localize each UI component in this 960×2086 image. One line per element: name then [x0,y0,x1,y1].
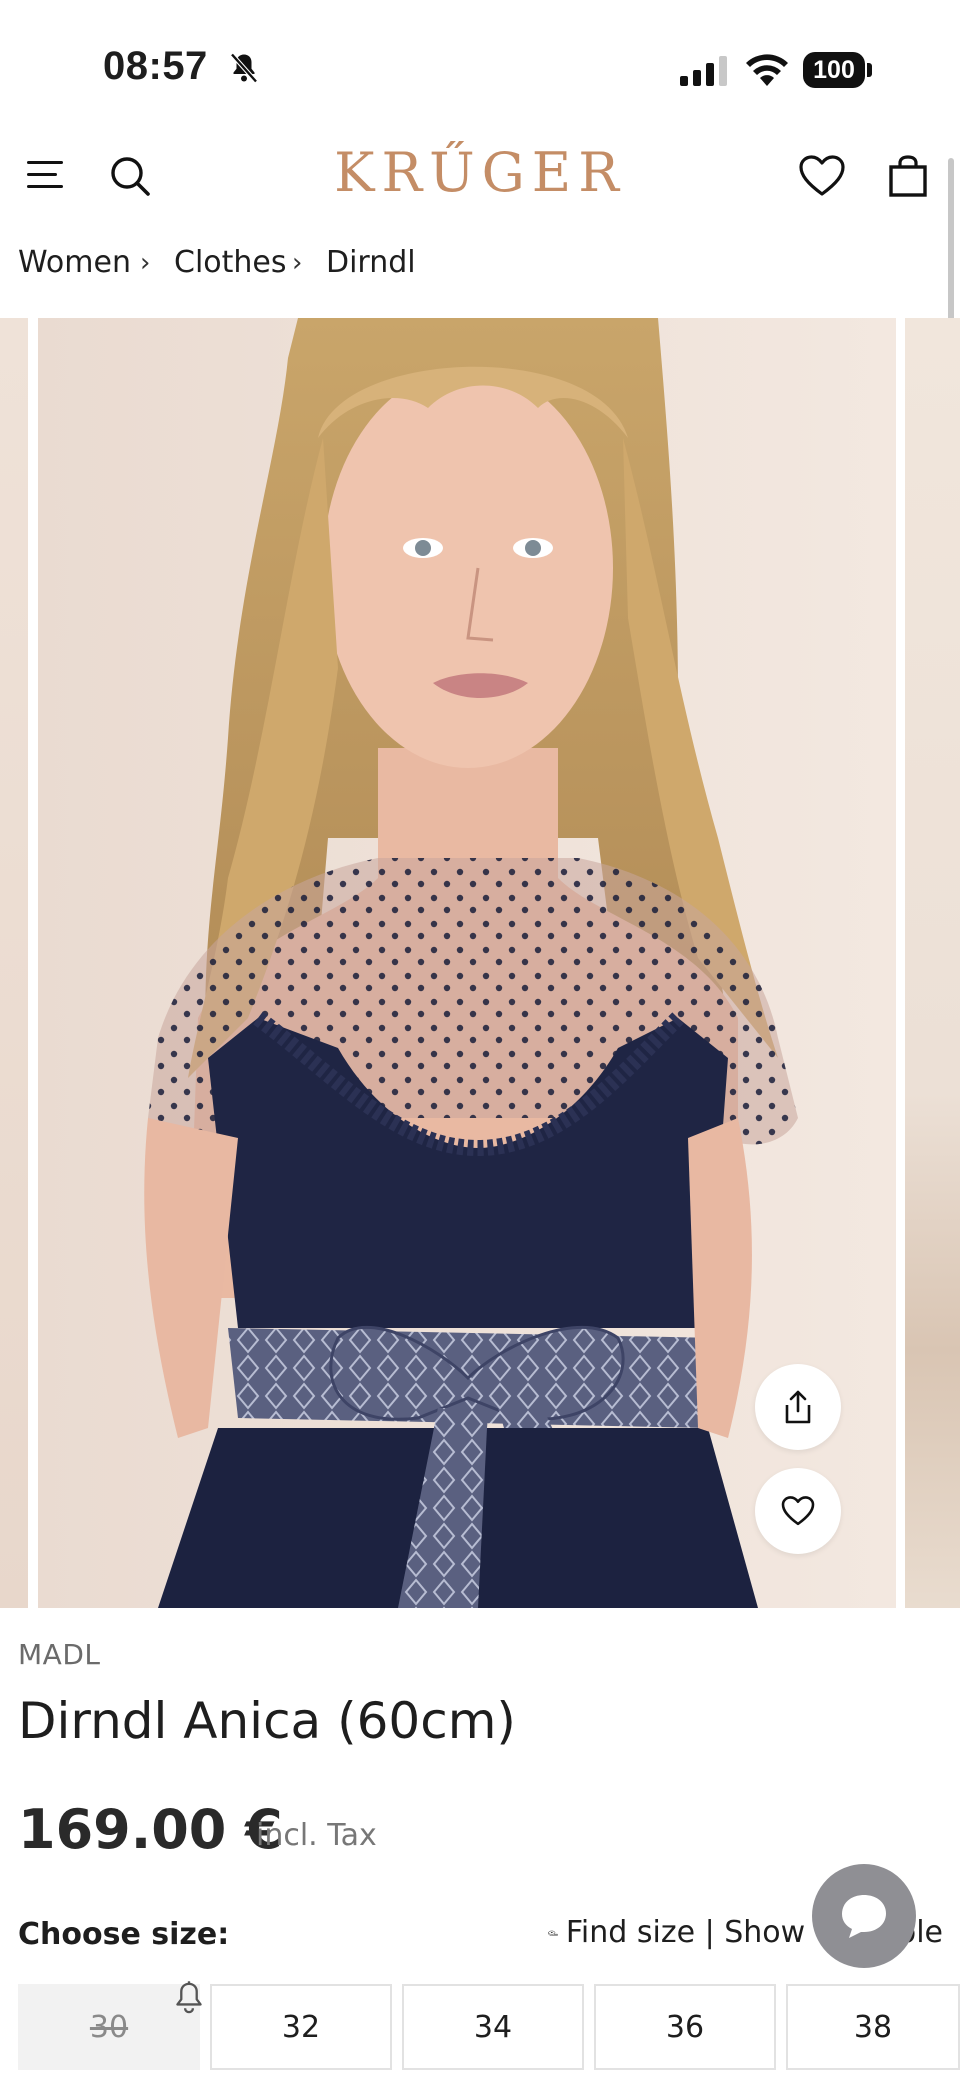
find-size-text[interactable]: Find size | Show [566,1915,805,1950]
share-icon [785,1390,811,1424]
hamburger-icon [27,161,63,188]
product-image-carousel[interactable] [0,318,960,1608]
product-title: Dirndl Anica (60cm) [18,1692,516,1750]
size-option[interactable]: 34 [402,1984,584,2070]
choose-size-label: Choose size: [18,1917,230,1952]
cellular-signal-icon [680,56,728,90]
add-to-wishlist-button[interactable] [755,1468,841,1554]
notify-bell-icon[interactable] [173,1980,205,2020]
chat-button[interactable] [812,1864,916,1968]
search-button[interactable] [104,150,156,202]
heart-icon [781,1496,815,1526]
shopping-bag-icon [889,155,927,197]
product-price: 169.00 € [18,1798,283,1861]
cart-button[interactable] [882,148,934,204]
breadcrumb-dirndl[interactable]: Dirndl [326,243,416,283]
measuring-tape-icon [548,1930,558,1936]
breadcrumb-clothes[interactable]: Clothes [174,243,287,283]
battery-nub [867,63,872,77]
battery-indicator: 100 [803,52,865,88]
search-icon [111,157,150,196]
chat-bubble-icon [842,1895,886,1938]
bell-muted-icon [226,50,262,90]
wifi-icon [744,52,790,90]
menu-button[interactable] [18,152,72,198]
size-option[interactable]: 32 [210,1984,392,2070]
size-option[interactable]: 38 [786,1984,960,2070]
status-time: 08:57 [103,44,208,88]
brand-logo[interactable]: KRŰGER [280,140,680,206]
previous-image-peek[interactable] [0,318,28,1608]
share-button[interactable] [755,1364,841,1450]
heart-icon [799,155,845,196]
next-image-peek[interactable] [905,318,960,1608]
breadcrumb-women[interactable]: Women [18,243,131,283]
tax-note: incl. Tax [256,1818,377,1853]
wishlist-button[interactable] [792,148,852,204]
breadcrumb-separator: › [140,248,151,278]
breadcrumb-separator: › [292,248,303,278]
size-option[interactable]: 36 [594,1984,776,2070]
product-brand[interactable]: MADL [18,1638,100,1671]
